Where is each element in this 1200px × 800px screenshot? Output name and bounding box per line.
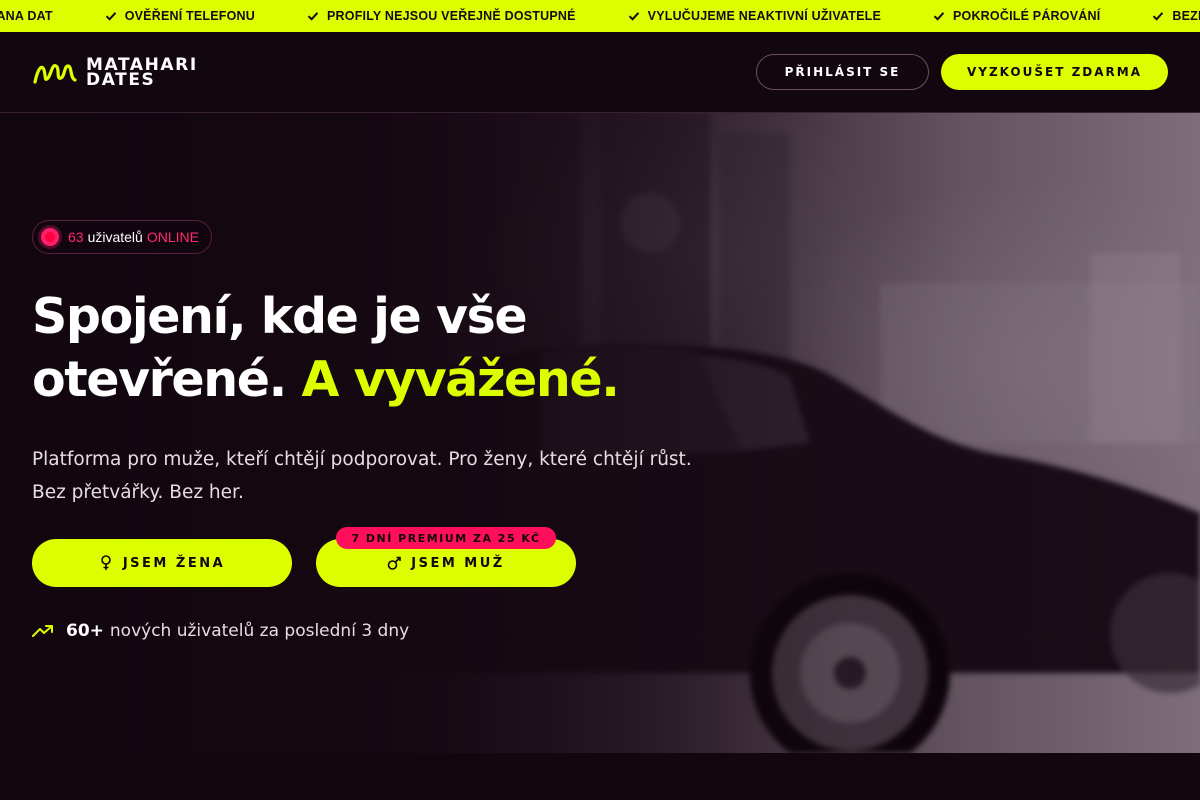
bottom-band <box>0 753 1200 800</box>
logo-mark-icon <box>33 64 77 84</box>
ticker-item-label: PROFILY NEJSOU VEŘEJNĚ DOSTUPNÉ <box>327 9 576 23</box>
trending-up-icon <box>32 625 53 637</box>
ticker-item-label: POKROČILÉ PÁROVÁNÍ <box>953 9 1101 23</box>
subtext-line-2: Bez přetvářky. Bez her. <box>32 482 244 503</box>
woman-button[interactable]: JSEM ŽENA <box>32 539 292 587</box>
site-header: MATAHARI DATES PŘIHLÁSIT SE VYZKOUŠET ZD… <box>0 32 1200 113</box>
logo[interactable]: MATAHARI DATES <box>32 56 198 90</box>
new-users-stat: 60+ nových uživatelů za poslední 3 dny <box>32 621 409 641</box>
ticker-item-label: OVĚŘENÍ TELEFONU <box>124 9 256 23</box>
try-free-button[interactable]: VYZKOUŠET ZDARMA <box>941 54 1168 90</box>
live-dot-icon <box>41 228 59 246</box>
ticker-item: VYLUČUJEME NEAKTIVNÍ UŽIVATELE <box>628 9 881 23</box>
female-icon <box>101 555 111 570</box>
man-button-label: JSEM MUŽ <box>411 555 505 571</box>
premium-offer-badge: 7 DNÍ PREMIUM ZA 25 KČ <box>336 527 556 549</box>
hero-headline: Spojení, kde je vše otevřené. A vyvážené… <box>32 285 732 411</box>
new-users-count: 60+ <box>66 621 104 641</box>
subtext-line-1: Platforma pro muže, kteří chtějí podporo… <box>32 449 692 470</box>
ticker-item: BEZPLATNÝ PR <box>1152 9 1200 23</box>
check-icon <box>105 12 116 21</box>
headline-accent: A vyvážené. <box>301 351 619 408</box>
hero-overlay <box>0 113 1200 753</box>
new-users-text: nových uživatelů za poslední 3 dny <box>109 621 410 641</box>
hero-subtext: Platforma pro muže, kteří chtějí podporo… <box>32 443 752 509</box>
announcement-ticker: HRANA DAT OVĚŘENÍ TELEFONU PROFILY NEJSO… <box>0 0 1200 32</box>
online-count: 63 <box>68 229 84 245</box>
ticker-track: HRANA DAT OVĚŘENÍ TELEFONU PROFILY NEJSO… <box>0 0 1200 32</box>
male-icon <box>387 556 402 570</box>
ticker-item: PROFILY NEJSOU VEŘEJNĚ DOSTUPNÉ <box>307 9 576 23</box>
logo-text: MATAHARI DATES <box>86 57 198 90</box>
headline-line-2: otevřené. <box>32 351 287 408</box>
ticker-item: OVĚŘENÍ TELEFONU <box>105 9 255 23</box>
ticker-item: HRANA DAT <box>0 9 53 23</box>
online-word: uživatelů <box>87 229 143 245</box>
login-button[interactable]: PŘIHLÁSIT SE <box>756 54 929 90</box>
check-icon <box>628 12 639 21</box>
ticker-item-label: HRANA DAT <box>0 9 53 23</box>
online-users-badge: 63 uživatelů ONLINE <box>32 220 212 254</box>
hero-section: 63 uživatelů ONLINE Spojení, kde je vše … <box>0 113 1200 753</box>
check-icon <box>933 12 945 21</box>
logo-line-2: DATES <box>86 70 156 90</box>
ticker-item-label: VYLUČUJEME NEAKTIVNÍ UŽIVATELE <box>647 9 881 23</box>
woman-button-label: JSEM ŽENA <box>122 555 226 571</box>
headline-line-1: Spojení, kde je vše <box>32 288 528 345</box>
check-icon <box>307 12 319 21</box>
ticker-item-label: BEZPLATNÝ PR <box>1172 9 1200 23</box>
check-icon <box>1153 12 1164 21</box>
online-status: ONLINE <box>146 229 199 245</box>
ticker-item: POKROČILÉ PÁROVÁNÍ <box>933 9 1100 23</box>
